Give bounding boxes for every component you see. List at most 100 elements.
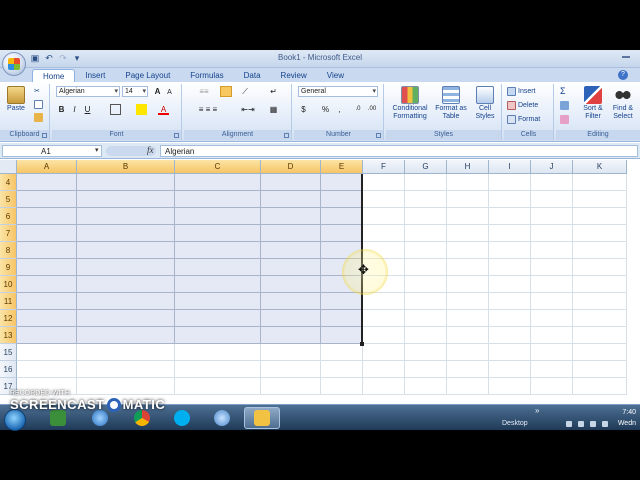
taskbar-skype[interactable] xyxy=(164,407,200,429)
cell-k15[interactable] xyxy=(573,344,627,361)
cell-f12[interactable] xyxy=(363,310,405,327)
cell-g15[interactable] xyxy=(405,344,447,361)
cell-e12[interactable] xyxy=(321,310,363,327)
cell-d15[interactable] xyxy=(261,344,321,361)
name-box[interactable]: A1 xyxy=(2,145,102,157)
cell-k6[interactable] xyxy=(573,208,627,225)
cell-k16[interactable] xyxy=(573,361,627,378)
font-name-combo[interactable]: Algerian xyxy=(56,86,120,97)
row-header-15[interactable]: 15 xyxy=(0,344,17,361)
column-header-a[interactable]: A xyxy=(17,160,77,174)
column-header-h[interactable]: H xyxy=(447,160,489,174)
tab-formulas[interactable]: Formulas xyxy=(180,69,233,82)
fill-button[interactable] xyxy=(560,100,569,111)
shrink-font-button[interactable]: A xyxy=(164,87,175,98)
percent-button[interactable]: % xyxy=(320,104,331,115)
conditional-formatting-button[interactable]: Conditional Formatting xyxy=(388,86,432,121)
cell-e7[interactable] xyxy=(321,225,363,242)
clipboard-launcher-icon[interactable] xyxy=(42,133,47,138)
cell-j13[interactable] xyxy=(531,327,573,344)
cell-c7[interactable] xyxy=(175,225,261,242)
select-all-corner[interactable] xyxy=(0,160,17,174)
cell-c16[interactable] xyxy=(175,361,261,378)
cell-a12[interactable] xyxy=(17,310,77,327)
cell-h16[interactable] xyxy=(447,361,489,378)
insert-function-icon[interactable]: fx xyxy=(147,145,154,155)
row-header-16[interactable]: 16 xyxy=(0,361,17,378)
tab-insert[interactable]: Insert xyxy=(75,69,115,82)
cell-i7[interactable] xyxy=(489,225,531,242)
alignment-launcher-icon[interactable] xyxy=(284,133,289,138)
indent-icon[interactable]: ⇤⇥ xyxy=(236,104,260,115)
name-box-dropdown-icon[interactable]: ▾ xyxy=(95,146,99,154)
cell-e17[interactable] xyxy=(321,378,363,395)
cell-j4[interactable] xyxy=(531,174,573,191)
paste-button[interactable]: Paste xyxy=(4,86,28,113)
find-select-button[interactable]: Find & Select xyxy=(608,86,638,121)
number-launcher-icon[interactable] xyxy=(376,133,381,138)
cell-i16[interactable] xyxy=(489,361,531,378)
cell-f6[interactable] xyxy=(363,208,405,225)
borders-icon[interactable] xyxy=(110,104,121,115)
cell-i15[interactable] xyxy=(489,344,531,361)
row-header-9[interactable]: 9 xyxy=(0,259,17,276)
cell-d10[interactable] xyxy=(261,276,321,293)
cell-b5[interactable] xyxy=(77,191,175,208)
cell-f4[interactable] xyxy=(363,174,405,191)
cell-b4[interactable] xyxy=(77,174,175,191)
cell-h8[interactable] xyxy=(447,242,489,259)
autosum-button[interactable]: Σ xyxy=(560,86,566,97)
cell-h10[interactable] xyxy=(447,276,489,293)
cell-b11[interactable] xyxy=(77,293,175,310)
cell-f7[interactable] xyxy=(363,225,405,242)
cell-styles-button[interactable]: Cell Styles xyxy=(470,86,500,121)
decrease-decimal-icon[interactable]: .00 xyxy=(366,104,378,115)
delete-cells-button[interactable]: Delete xyxy=(507,100,538,111)
toolbar-expand-icon[interactable]: » xyxy=(535,406,539,415)
cell-e16[interactable] xyxy=(321,361,363,378)
cell-f5[interactable] xyxy=(363,191,405,208)
cell-k5[interactable] xyxy=(573,191,627,208)
cell-d17[interactable] xyxy=(261,378,321,395)
cell-e6[interactable] xyxy=(321,208,363,225)
cell-a7[interactable] xyxy=(17,225,77,242)
cell-k13[interactable] xyxy=(573,327,627,344)
cell-g7[interactable] xyxy=(405,225,447,242)
cell-d12[interactable] xyxy=(261,310,321,327)
cell-a13[interactable] xyxy=(17,327,77,344)
cell-a5[interactable] xyxy=(17,191,77,208)
office-button[interactable] xyxy=(2,52,26,76)
cell-d4[interactable] xyxy=(261,174,321,191)
orientation-icon[interactable]: ⟋ xyxy=(238,86,252,97)
row-header-11[interactable]: 11 xyxy=(0,293,17,310)
tab-review[interactable]: Review xyxy=(271,69,317,82)
cell-d8[interactable] xyxy=(261,242,321,259)
tab-data[interactable]: Data xyxy=(234,69,271,82)
cell-g6[interactable] xyxy=(405,208,447,225)
merge-center-icon[interactable]: ▦ xyxy=(268,104,279,115)
format-painter-button[interactable] xyxy=(34,112,43,123)
cell-f17[interactable] xyxy=(363,378,405,395)
cell-d11[interactable] xyxy=(261,293,321,310)
cell-h17[interactable] xyxy=(447,378,489,395)
cell-a10[interactable] xyxy=(17,276,77,293)
row-header-4[interactable]: 4 xyxy=(0,174,17,191)
cell-h12[interactable] xyxy=(447,310,489,327)
cell-a15[interactable] xyxy=(17,344,77,361)
cell-c17[interactable] xyxy=(175,378,261,395)
cell-h9[interactable] xyxy=(447,259,489,276)
cell-b9[interactable] xyxy=(77,259,175,276)
format-as-table-button[interactable]: Format as Table xyxy=(434,86,468,121)
cell-a4[interactable] xyxy=(17,174,77,191)
cell-d16[interactable] xyxy=(261,361,321,378)
copy-button[interactable] xyxy=(34,99,43,110)
cell-i5[interactable] xyxy=(489,191,531,208)
cell-d7[interactable] xyxy=(261,225,321,242)
cell-f11[interactable] xyxy=(363,293,405,310)
column-header-b[interactable]: B xyxy=(77,160,175,174)
cell-h4[interactable] xyxy=(447,174,489,191)
cell-a11[interactable] xyxy=(17,293,77,310)
cell-k9[interactable] xyxy=(573,259,627,276)
cell-c15[interactable] xyxy=(175,344,261,361)
column-header-j[interactable]: J xyxy=(531,160,573,174)
